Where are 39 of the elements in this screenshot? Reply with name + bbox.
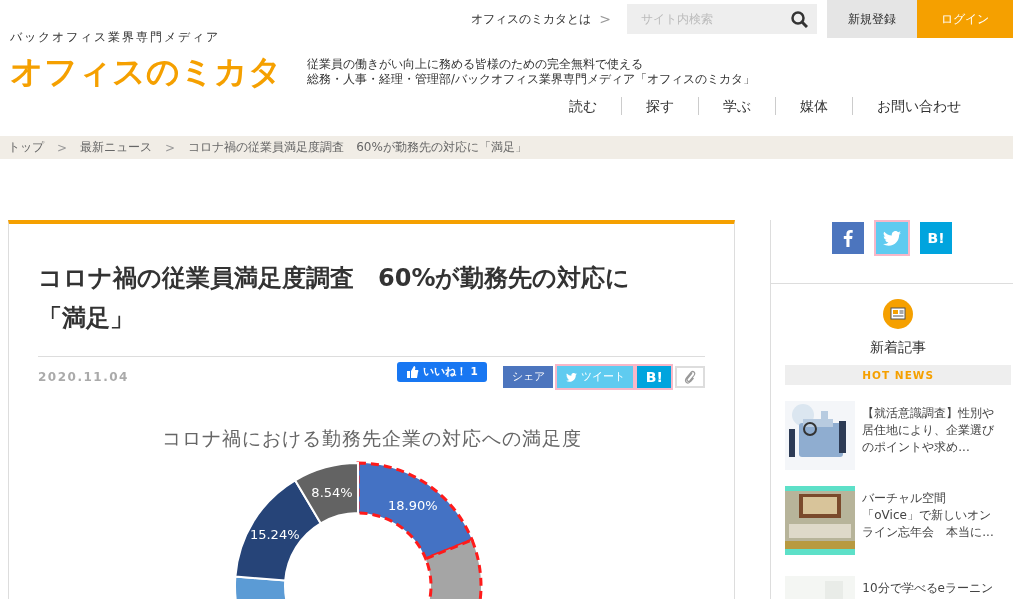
about-link[interactable]: オフィスのミカタとは — [471, 11, 592, 27]
breadcrumb-link[interactable]: コロナ禍の従業員満足度調査 60%が勤務先の対応に「満足」 — [188, 139, 527, 156]
breadcrumb-separator: > — [57, 140, 68, 155]
breadcrumb-separator: > — [165, 140, 176, 155]
hot-news-label: HOT NEWS — [785, 365, 1011, 385]
search-icon — [790, 10, 808, 28]
site-description: 従業員の働きがい向上に務める皆様のための完全無料で使える — [307, 57, 643, 72]
like-button[interactable]: いいね！ 1 — [397, 362, 488, 382]
paperclip-icon — [684, 370, 697, 384]
clip-button[interactable] — [675, 366, 706, 388]
thumbs-up-icon — [406, 366, 419, 378]
section-title: 新着記事 — [870, 339, 927, 357]
data-label: 18.90% — [388, 497, 438, 513]
newspaper-icon — [883, 299, 914, 329]
facebook-icon — [843, 229, 854, 247]
data-label: 15.24% — [249, 527, 300, 543]
site-description: 総務・人事・経理・管理部/バックオフィス業界専門メディア「オフィスのミカタ」 — [307, 72, 755, 87]
chevron-icon: > — [599, 11, 611, 27]
register-button[interactable]: 新規登録 — [827, 0, 917, 38]
nav-link[interactable]: 読む — [545, 97, 621, 115]
news-link[interactable]: 【就活意識調査】性別や居住地により、企業選びのポイントや求め... — [862, 405, 1001, 471]
nav-link[interactable]: 学ぶ — [698, 97, 775, 115]
bird-icon — [565, 372, 577, 382]
article-date: 2020.11.04 — [38, 370, 130, 384]
breadcrumb-link[interactable]: 最新ニュース — [80, 139, 153, 156]
chart-title: コロナ禍における勤務先企業の対応への満足度 — [160, 426, 583, 451]
article-title: コロナ禍の従業員満足度調査 60%が勤務先の対応に「満足」 — [38, 263, 632, 334]
logo-tagline: バックオフィス業界専門メディア — [10, 29, 220, 46]
news-link[interactable]: 10分で学べるeラーニン — [862, 580, 993, 599]
bird-icon — [883, 230, 902, 246]
facebook-button[interactable] — [832, 222, 865, 254]
breadcrumb-link[interactable]: トップ — [8, 139, 44, 156]
nav-link[interactable]: 探す — [621, 97, 698, 115]
nav-link[interactable]: 媒体 — [775, 97, 852, 115]
search-button[interactable] — [781, 4, 817, 34]
nav-link[interactable]: お問い合わせ — [852, 97, 985, 115]
data-label: 8.54% — [311, 484, 353, 500]
facebook-share-button[interactable]: シェア — [503, 366, 554, 388]
news-link[interactable]: バーチャル空間「oVice」で新しいオンライン忘年会 本当に... — [862, 490, 1001, 556]
